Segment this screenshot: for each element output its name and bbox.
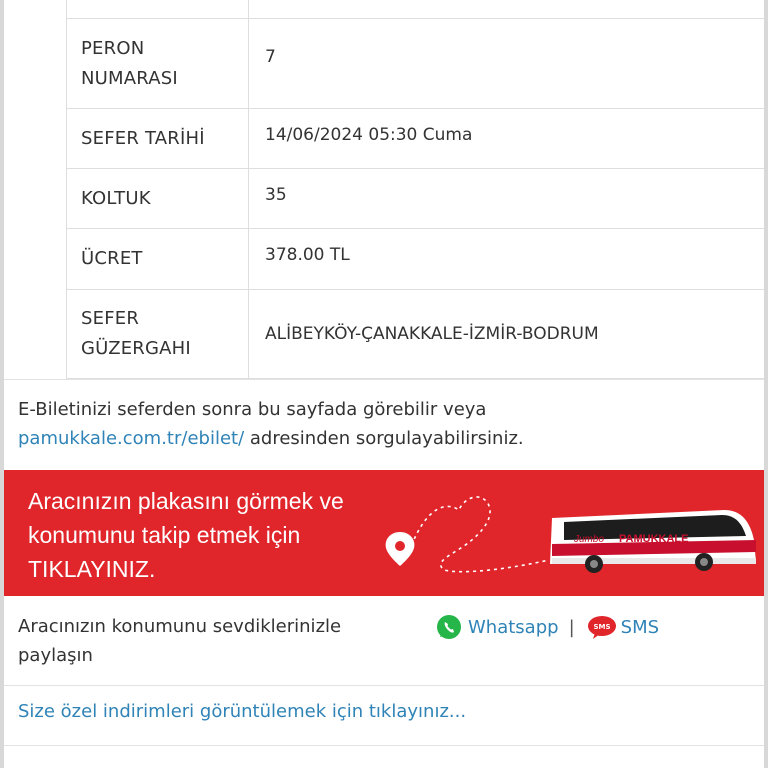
- price-value: 378.00 TL: [265, 245, 350, 265]
- divider: [4, 379, 764, 380]
- date-value: 14/06/2024 05:30 Cuma: [265, 125, 473, 145]
- table-row-route: SEFER GÜZERGAHI ALİBEYKÖY-ÇANAKKALE-İZMİ…: [67, 290, 764, 379]
- seat-label: KOLTUK: [67, 169, 249, 228]
- route-value: ALİBEYKÖY-ÇANAKKALE-İZMİR-BODRUM: [265, 324, 599, 344]
- vehicle-tracking-banner[interactable]: Aracınızın plakasını görmek ve konumunu …: [4, 470, 764, 596]
- discount-section: Size özel indirimleri görüntülemek için …: [18, 701, 466, 722]
- share-text: Aracınızın konumunu sevdiklerinizle payl…: [18, 616, 342, 666]
- sms-icon[interactable]: SMS: [587, 614, 617, 640]
- table-row-price: ÜCRET 378.00 TL: [67, 229, 764, 290]
- table-row-date: SEFER TARİHİ 14/06/2024 05:30 Cuma: [67, 109, 764, 169]
- ebilet-info: E-Biletinizi seferden sonra bu sayfada g…: [18, 399, 524, 449]
- discount-link[interactable]: Size özel indirimleri görüntülemek için …: [18, 701, 466, 722]
- ticket-page: PERON NUMARASI 7 SEFER TARİHİ 14/06/2024…: [4, 0, 764, 768]
- bus-model-text: Jumbo: [573, 534, 604, 545]
- bus-icon: Jumbo PAMUKKALE: [550, 510, 756, 573]
- table-row-partial: [67, 0, 764, 19]
- whatsapp-link[interactable]: Whatsapp: [468, 617, 559, 638]
- ebilet-link[interactable]: pamukkale.com.tr/ebilet/: [18, 428, 244, 449]
- table-row-peron: PERON NUMARASI 7: [67, 19, 764, 109]
- divider: [4, 745, 764, 746]
- share-location: Aracınızın konumunu sevdiklerinizle payl…: [18, 612, 758, 670]
- location-pin-icon: [385, 532, 415, 566]
- seat-value: 35: [265, 185, 287, 205]
- banner-graphics: Jumbo PAMUKKALE: [385, 496, 756, 573]
- divider: [4, 685, 764, 686]
- peron-value: 7: [265, 47, 276, 67]
- price-label: ÜCRET: [67, 229, 249, 289]
- share-links: Whatsapp | SMS SMS: [436, 614, 659, 640]
- whatsapp-icon[interactable]: [436, 614, 462, 640]
- date-label: SEFER TARİHİ: [67, 109, 249, 168]
- table-row-seat: KOLTUK 35: [67, 169, 764, 229]
- share-separator: |: [568, 616, 575, 638]
- svg-text:SMS: SMS: [593, 623, 610, 631]
- sms-link[interactable]: SMS: [621, 617, 659, 638]
- peron-label: PERON NUMARASI: [67, 19, 249, 108]
- bus-brand-text: PAMUKKALE: [619, 533, 688, 545]
- ticket-details-table: PERON NUMARASI 7 SEFER TARİHİ 14/06/2024…: [66, 0, 764, 379]
- route-label: SEFER GÜZERGAHI: [67, 290, 249, 378]
